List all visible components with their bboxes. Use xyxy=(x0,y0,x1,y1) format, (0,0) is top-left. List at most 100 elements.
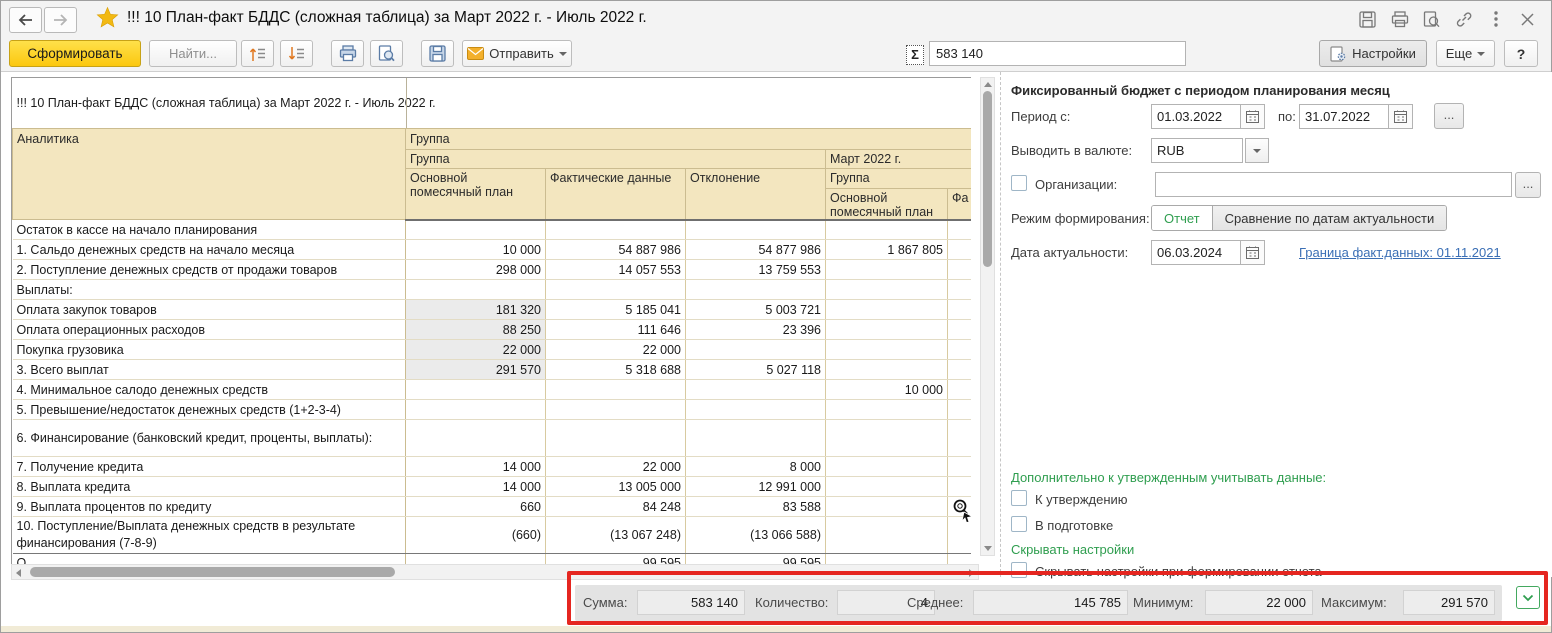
fact-cell[interactable]: (13 067 248) xyxy=(545,516,686,554)
fact-cell[interactable]: 5 318 688 xyxy=(545,359,686,380)
plan-cell[interactable]: 10 000 xyxy=(405,239,546,260)
row-label-cell[interactable]: Выплаты: xyxy=(12,279,406,300)
month-fact-cell[interactable] xyxy=(947,476,971,497)
plan-cell[interactable] xyxy=(405,399,546,420)
header-col-deviation[interactable]: Отклонение xyxy=(685,167,826,221)
calendar-icon[interactable] xyxy=(1241,104,1265,129)
month-plan-cell[interactable] xyxy=(825,279,948,300)
fact-cell[interactable] xyxy=(545,419,686,457)
month-plan-cell[interactable] xyxy=(825,319,948,340)
sort-descending-button[interactable] xyxy=(280,40,313,67)
to-approve-checkbox[interactable] xyxy=(1011,490,1027,506)
sort-ascending-button[interactable] xyxy=(241,40,274,67)
generate-button[interactable]: Сформировать xyxy=(9,40,141,67)
header-month-group[interactable]: Группа xyxy=(824,167,971,189)
plan-cell[interactable]: 291 570 xyxy=(405,359,546,380)
vertical-scroll-thumb[interactable] xyxy=(983,91,992,267)
month-plan-cell[interactable] xyxy=(825,496,948,517)
fact-cell[interactable] xyxy=(545,379,686,400)
deviation-cell[interactable] xyxy=(685,379,826,400)
report-title-cell[interactable]: !!! 10 План-факт БДДС (сложная таблица) … xyxy=(12,78,971,129)
fact-cell[interactable]: 84 248 xyxy=(545,496,686,517)
plan-cell[interactable]: 14 000 xyxy=(405,476,546,497)
fact-cell[interactable] xyxy=(545,399,686,420)
plan-cell[interactable] xyxy=(405,219,546,240)
deviation-cell[interactable] xyxy=(685,399,826,420)
deviation-cell[interactable]: 83 588 xyxy=(685,496,826,517)
row-label-cell[interactable]: Остаток в кассе на начало планирования xyxy=(12,219,406,240)
fact-border-link[interactable]: Граница факт.данных: 01.11.2021 xyxy=(1299,245,1501,260)
kebab-icon[interactable] xyxy=(1486,10,1505,28)
calendar-icon[interactable] xyxy=(1389,104,1413,129)
expand-status-button[interactable] xyxy=(1516,586,1540,609)
find-button[interactable]: Найти... xyxy=(149,40,237,67)
header-month-plan[interactable]: Основной помесячный план xyxy=(825,187,948,221)
month-plan-cell[interactable] xyxy=(825,339,948,360)
scroll-left-arrow[interactable] xyxy=(16,569,21,577)
plan-cell[interactable]: 298 000 xyxy=(405,259,546,280)
row-label-cell[interactable]: Оплата операционных расходов xyxy=(12,319,406,340)
header-col-fact[interactable]: Фактические данные xyxy=(545,167,686,221)
help-button[interactable]: ? xyxy=(1504,40,1538,67)
deviation-cell[interactable]: 23 396 xyxy=(685,319,826,340)
row-label-cell[interactable]: 10. Поступление/Выплата денежных средств… xyxy=(12,516,406,554)
row-label-cell[interactable]: 1. Сальдо денежных средств на начало мес… xyxy=(12,239,406,260)
header-month[interactable]: Март 2022 г. xyxy=(824,148,971,169)
deviation-cell[interactable] xyxy=(685,419,826,457)
mode-compare-segment[interactable]: Сравнение по датам актуальности xyxy=(1212,206,1447,230)
save-icon[interactable] xyxy=(1358,10,1377,28)
sigma-icon[interactable]: Σ xyxy=(906,45,924,65)
plan-cell[interactable]: (660) xyxy=(405,516,546,554)
month-fact-cell[interactable] xyxy=(947,299,971,320)
calendar-icon[interactable] xyxy=(1241,240,1265,265)
deviation-cell[interactable]: (13 066 588) xyxy=(685,516,826,554)
organizations-input[interactable] xyxy=(1155,172,1512,197)
deviation-cell[interactable] xyxy=(685,279,826,300)
sum-field[interactable] xyxy=(929,41,1186,66)
deviation-cell[interactable] xyxy=(685,339,826,360)
preview-icon[interactable] xyxy=(1422,10,1441,28)
month-plan-cell[interactable]: 10 000 xyxy=(825,379,948,400)
deviation-cell[interactable]: 5 003 721 xyxy=(685,299,826,320)
horizontal-scrollbar[interactable] xyxy=(11,564,979,580)
deviation-cell[interactable]: 5 027 118 xyxy=(685,359,826,380)
mode-report-segment[interactable]: Отчет xyxy=(1152,206,1213,230)
month-fact-cell[interactable] xyxy=(947,419,971,457)
month-plan-cell[interactable] xyxy=(825,476,948,497)
hide-settings-link[interactable]: Скрывать настройки xyxy=(1011,542,1134,557)
vertical-scrollbar[interactable] xyxy=(980,77,995,556)
month-fact-cell[interactable] xyxy=(947,319,971,340)
organizations-options-button[interactable]: ... xyxy=(1515,172,1541,198)
row-label-cell[interactable]: 4. Минимальное салодо денежных средств xyxy=(12,379,406,400)
row-label-cell[interactable]: 2. Поступление денежных средств от прода… xyxy=(12,259,406,280)
scroll-up-arrow[interactable] xyxy=(984,82,992,87)
row-label-cell[interactable]: 8. Выплата кредита xyxy=(12,476,406,497)
month-plan-cell[interactable] xyxy=(825,359,948,380)
row-label-cell[interactable]: 9. Выплата процентов по кредиту xyxy=(12,496,406,517)
in-preparation-checkbox[interactable] xyxy=(1011,516,1027,532)
currency-input[interactable]: RUB xyxy=(1151,138,1243,163)
fact-cell[interactable]: 14 057 553 xyxy=(545,259,686,280)
month-fact-cell[interactable] xyxy=(947,379,971,400)
header-col-plan[interactable]: Основной помесячный план xyxy=(405,167,546,221)
month-plan-cell[interactable] xyxy=(825,516,948,554)
organizations-checkbox[interactable] xyxy=(1011,175,1027,191)
month-fact-cell[interactable] xyxy=(947,399,971,420)
send-button[interactable]: Отправить xyxy=(462,40,572,67)
hide-on-generate-checkbox[interactable] xyxy=(1011,562,1027,578)
favorite-star-icon[interactable] xyxy=(96,6,119,32)
deviation-cell[interactable] xyxy=(685,219,826,240)
link-icon[interactable] xyxy=(1454,10,1473,28)
forward-button[interactable] xyxy=(44,7,77,33)
print-icon[interactable] xyxy=(1390,10,1409,28)
month-fact-cell[interactable] xyxy=(947,339,971,360)
fact-cell[interactable]: 22 000 xyxy=(545,456,686,477)
period-from-input[interactable]: 01.03.2022 xyxy=(1151,104,1241,129)
header-analytics[interactable]: Аналитика xyxy=(12,127,406,220)
month-plan-cell[interactable] xyxy=(825,299,948,320)
settings-button[interactable]: Настройки xyxy=(1319,40,1427,67)
fact-cell[interactable]: 54 887 986 xyxy=(545,239,686,260)
month-fact-cell[interactable] xyxy=(947,456,971,477)
fact-cell[interactable]: 13 005 000 xyxy=(545,476,686,497)
plan-cell[interactable] xyxy=(405,419,546,457)
